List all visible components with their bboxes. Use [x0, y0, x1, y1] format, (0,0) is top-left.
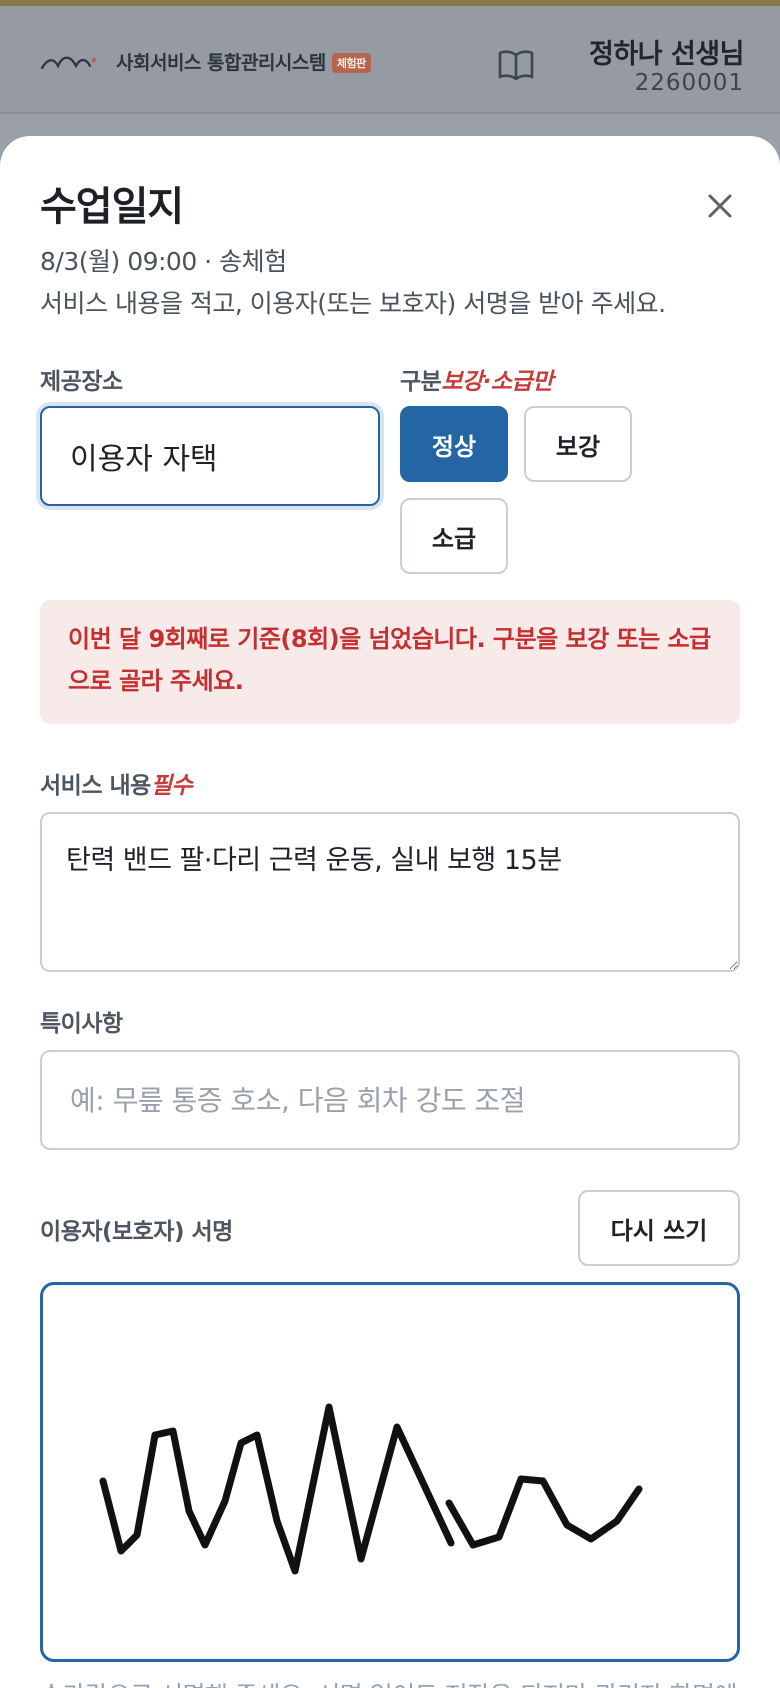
session-meta: 8/3(월) 09:00 · 송체험 — [40, 247, 287, 276]
signature-pad[interactable] — [40, 1282, 740, 1662]
signature-footnote: 손가락으로 서명해 주세요. 서명 없이도 저장은 되지만 관리자 화면에 — [40, 1676, 738, 1688]
signature-label: 이용자(보호자) 서명 — [40, 1219, 233, 1245]
service-content-textarea[interactable]: 탄력 밴드 팔·다리 근력 운동, 실내 보행 15분 — [40, 812, 740, 972]
signature-stroke-icon — [99, 1403, 643, 1575]
rewrite-signature-button[interactable]: 다시 쓰기 — [578, 1190, 740, 1266]
user-id: 2260001 — [634, 70, 744, 96]
notes-label: 특이사항 — [40, 1011, 123, 1037]
category-label: 구분보강·소급만 — [400, 362, 553, 396]
modal-title: 수업일지 — [40, 184, 184, 230]
limit-exceeded-alert: 이번 달 9회째로 기준(8회)을 넘었습니다. 구분을 보강 또는 소급으로 … — [40, 600, 740, 724]
lesson-log-modal: 수업일지 8/3(월) 09:00 · 송체험 서비스 내용을 적고, 이용자(… — [0, 136, 780, 1688]
app-title: 사회서비스 통합관리시스템 체험판 — [116, 48, 371, 75]
category-option-regular[interactable]: 정상 — [400, 406, 508, 482]
user-name: 정하나 선생님 — [589, 39, 744, 70]
book-icon[interactable] — [498, 48, 534, 82]
close-icon — [708, 194, 732, 218]
category-hint: 보강·소급만 — [441, 369, 553, 395]
trial-badge: 체험판 — [331, 53, 371, 73]
close-button[interactable] — [700, 186, 740, 226]
modal-description: 서비스 내용을 적고, 이용자(또는 보호자) 서명을 받아 주세요. — [40, 289, 666, 318]
place-label: 제공장소 — [40, 369, 123, 395]
category-option-makeup[interactable]: 보강 — [524, 406, 632, 482]
required-mark: 필수 — [150, 773, 193, 799]
category-option-retroactive[interactable]: 소급 — [400, 498, 508, 574]
service-label: 서비스 내용필수 — [40, 766, 193, 800]
notes-input[interactable] — [40, 1050, 740, 1150]
category-label-text: 구분 — [400, 369, 442, 395]
service-label-text: 서비스 내용 — [40, 773, 151, 799]
app-title-text: 사회서비스 통합관리시스템 — [116, 52, 326, 74]
app-header: 사회서비스 통합관리시스템 체험판 정하나 선생님 2260001 — [0, 6, 780, 114]
app-logo-icon — [40, 56, 97, 70]
place-input[interactable] — [40, 406, 380, 506]
